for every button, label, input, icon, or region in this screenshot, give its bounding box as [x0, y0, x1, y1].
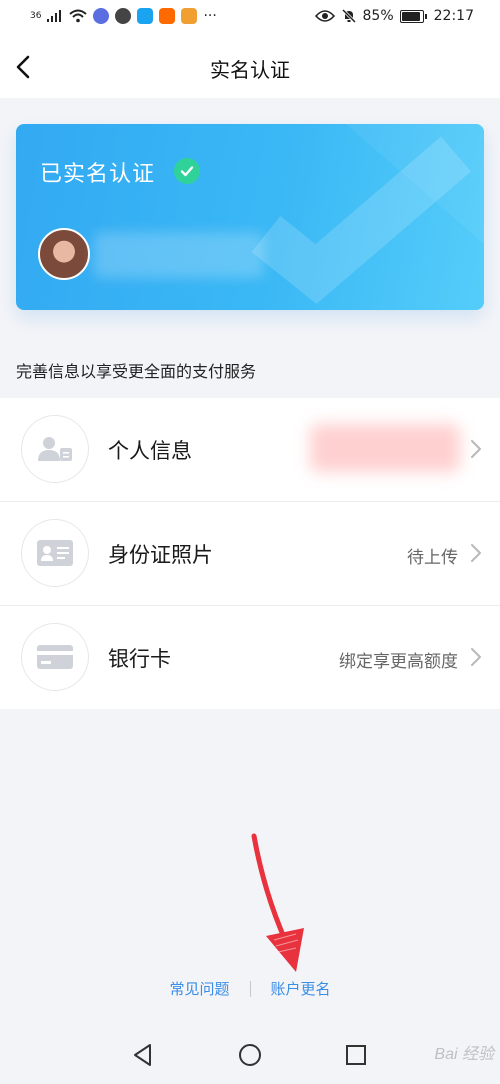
row-personal-info[interactable]: 个人信息	[0, 398, 500, 502]
id-card-icon	[22, 520, 88, 586]
row-value-bank-card: 绑定享更高额度	[339, 652, 458, 672]
chevron-right-icon	[471, 648, 481, 666]
app-notification-icon-3	[137, 8, 154, 24]
app-notification-icon-4	[159, 8, 176, 24]
chevron-right-icon	[471, 440, 481, 458]
more-notifications: ···	[203, 8, 217, 24]
blurred-name	[94, 232, 264, 278]
bank-card-icon	[22, 624, 88, 690]
info-list: 个人信息 身份证照片 待上传 银行卡 绑定享更高额度	[0, 398, 500, 709]
row-id-photo[interactable]: 身份证照片 待上传	[0, 502, 500, 606]
battery-icon	[399, 9, 427, 23]
cell-signal-icon	[47, 10, 62, 22]
page-title: 实名认证	[210, 58, 290, 82]
card-checkmark-watermark	[251, 124, 484, 304]
status-right: 85% 22:17	[314, 8, 474, 24]
annotation-arrow	[251, 833, 304, 972]
app-header: 实名认证	[0, 36, 500, 98]
app-notification-icon-2	[115, 8, 132, 24]
wifi-icon	[69, 9, 88, 23]
verified-check-icon	[174, 158, 200, 184]
row-bank-card[interactable]: 银行卡 绑定享更高额度	[0, 606, 500, 709]
app-notification-icon-5	[181, 8, 198, 24]
row-label-bank-card: 银行卡	[108, 647, 171, 671]
blurred-personal-value	[310, 424, 460, 472]
footer-links: 常见问题 账户更名	[0, 978, 500, 999]
row-value-id-photo: 待上传	[407, 548, 458, 568]
account-rename-link[interactable]: 账户更名	[251, 978, 351, 999]
row-label-personal-info: 个人信息	[108, 439, 192, 463]
clock: 22:17	[433, 8, 474, 24]
signal-label: 36	[30, 10, 42, 21]
app-notification-icon-1	[93, 8, 110, 24]
system-nav-bar	[0, 1026, 500, 1084]
faq-link[interactable]: 常见问题	[149, 978, 249, 999]
avatar	[38, 228, 90, 280]
nav-recents-icon[interactable]	[343, 1042, 369, 1068]
section-hint: 完善信息以享受更全面的支付服务	[16, 362, 257, 381]
watermark: Bai 经验	[434, 1046, 494, 1063]
verification-card: 已实名认证	[16, 124, 484, 310]
row-label-id-photo: 身份证照片	[108, 543, 213, 567]
eye-icon	[314, 10, 335, 22]
person-card-icon	[22, 416, 88, 482]
status-left: 36 ···	[30, 8, 217, 24]
mute-bell-icon	[341, 8, 356, 24]
verification-status: 已实名认证	[40, 162, 156, 187]
chevron-right-icon	[471, 544, 481, 562]
battery-percent: 85%	[362, 8, 394, 24]
nav-home-icon[interactable]	[237, 1042, 263, 1068]
nav-back-icon[interactable]	[130, 1042, 156, 1068]
status-bar: 36 ··· 85% 22:17	[0, 0, 500, 36]
